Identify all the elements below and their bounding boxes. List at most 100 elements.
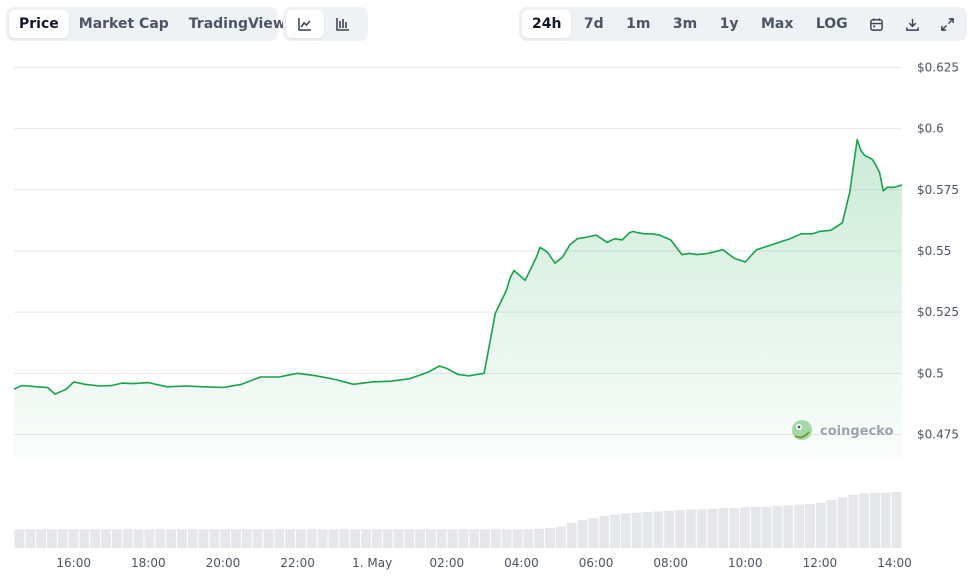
- x-tick-label: 02:00: [430, 556, 465, 570]
- volume-bar: [296, 529, 306, 548]
- volume-bar: [220, 529, 231, 548]
- x-tick-label: 04:00: [504, 556, 539, 570]
- volume-bar: [675, 510, 685, 548]
- volume-bar: [653, 511, 664, 548]
- volume-bar: [620, 513, 631, 548]
- volume-bar: [317, 529, 328, 548]
- x-tick-label: 08:00: [653, 556, 688, 570]
- volume-bar: [176, 529, 187, 548]
- volume-bar: [25, 529, 36, 548]
- volume-bar: [436, 529, 447, 548]
- x-tick-label: 22:00: [280, 556, 315, 570]
- price-area: [13, 138, 903, 458]
- volume-bar: [393, 529, 404, 548]
- volume-bar: [241, 529, 252, 548]
- x-tick-label: 10:00: [728, 556, 763, 570]
- y-tick-label: $0.5: [917, 366, 944, 380]
- volume-bar: [371, 529, 382, 548]
- price-area-fill: [14, 139, 902, 458]
- volume-bar: [328, 529, 339, 548]
- volume-bar: [68, 529, 79, 548]
- volume-bar: [155, 529, 166, 548]
- volume-bar: [848, 494, 859, 548]
- y-axis: $0.475 $0.5 $0.525 $0.55 $0.575 $0.6 $0.625: [917, 60, 959, 441]
- volume-bar: [566, 522, 577, 548]
- volume-bar: [794, 504, 805, 548]
- volume-bar: [285, 529, 296, 548]
- volume-bar: [545, 528, 555, 548]
- volume-bar: [415, 529, 426, 548]
- volume-bar: [490, 529, 501, 548]
- x-tick-label: 20:00: [206, 556, 241, 570]
- volume-bar: [685, 509, 696, 548]
- volume-bar: [891, 492, 902, 548]
- volume-bar: [361, 529, 371, 548]
- x-tick-label: 18:00: [131, 556, 166, 570]
- volume-bar: [631, 512, 642, 548]
- volume-bar: [610, 514, 620, 548]
- volume-bar: [664, 510, 675, 548]
- volume-bar: [512, 529, 523, 548]
- volume-bar: [729, 508, 740, 548]
- volume-bar: [166, 529, 176, 548]
- x-tick-label: 12:00: [803, 556, 838, 570]
- volume-bar: [111, 529, 122, 548]
- volume-bar: [14, 529, 25, 548]
- volume-bar: [57, 529, 68, 548]
- volume-bar: [187, 529, 198, 548]
- volume-bar: [198, 529, 209, 548]
- x-axis: 16:00 18:00 20:00 22:00 1. May 02:00 04:00 06:0…: [56, 556, 911, 570]
- volume-bar: [826, 500, 837, 548]
- volume-bar: [750, 506, 761, 548]
- volume-bar: [404, 529, 415, 548]
- volume-bar: [306, 529, 317, 548]
- y-tick-label: $0.6: [917, 122, 944, 136]
- y-tick-label: $0.475: [917, 428, 959, 442]
- x-tick-label: 14:00: [877, 556, 912, 570]
- volume-bar: [870, 492, 880, 548]
- volume-bar: [642, 512, 653, 548]
- y-tick-label: $0.575: [917, 183, 959, 197]
- volume-bar: [555, 526, 566, 548]
- volume-bar: [122, 529, 133, 548]
- volume-bar: [880, 492, 891, 548]
- volume-bar: [577, 520, 588, 548]
- volume-bar: [740, 507, 750, 548]
- volume-bar: [209, 529, 220, 548]
- y-tick-label: $0.525: [917, 305, 959, 319]
- volume-bar: [46, 529, 57, 548]
- x-tick-label: 16:00: [56, 556, 91, 570]
- volume-bar: [382, 529, 393, 548]
- volume-bar: [263, 529, 274, 548]
- volume-bar: [599, 516, 610, 548]
- volume-bar: [252, 529, 263, 548]
- volume-bar: [783, 505, 794, 548]
- x-tick-label: 06:00: [579, 556, 614, 570]
- volume-bar: [718, 508, 729, 548]
- volume-bar: [837, 497, 848, 548]
- volume-bar: [90, 529, 101, 548]
- volume-bar: [469, 529, 480, 548]
- volume-bar: [36, 529, 46, 548]
- volume-bar: [815, 502, 826, 548]
- volume-bar: [501, 529, 512, 548]
- volume-bar: [339, 529, 350, 548]
- volume-bar: [274, 529, 285, 548]
- volume-bar: [805, 504, 815, 548]
- volume-bar: [426, 529, 436, 548]
- volume-bar: [458, 529, 469, 548]
- volume-bar: [707, 508, 718, 548]
- volume-bar: [480, 529, 490, 548]
- volume-bar: [231, 529, 241, 548]
- volume-bar: [101, 529, 111, 548]
- volume-bar: [696, 509, 707, 548]
- volume-bars: [14, 492, 902, 548]
- volume-bar: [761, 506, 772, 548]
- volume-bar: [447, 529, 458, 548]
- price-chart[interactable]: $0.475 $0.5 $0.525 $0.55 $0.575 $0.6 $0.625 16…: [0, 0, 968, 582]
- x-tick-label: 1. May: [352, 556, 392, 570]
- watermark-text: coingecko: [820, 424, 893, 439]
- volume-bar: [144, 529, 155, 548]
- volume-bar: [350, 529, 361, 548]
- volume-bar: [772, 506, 783, 548]
